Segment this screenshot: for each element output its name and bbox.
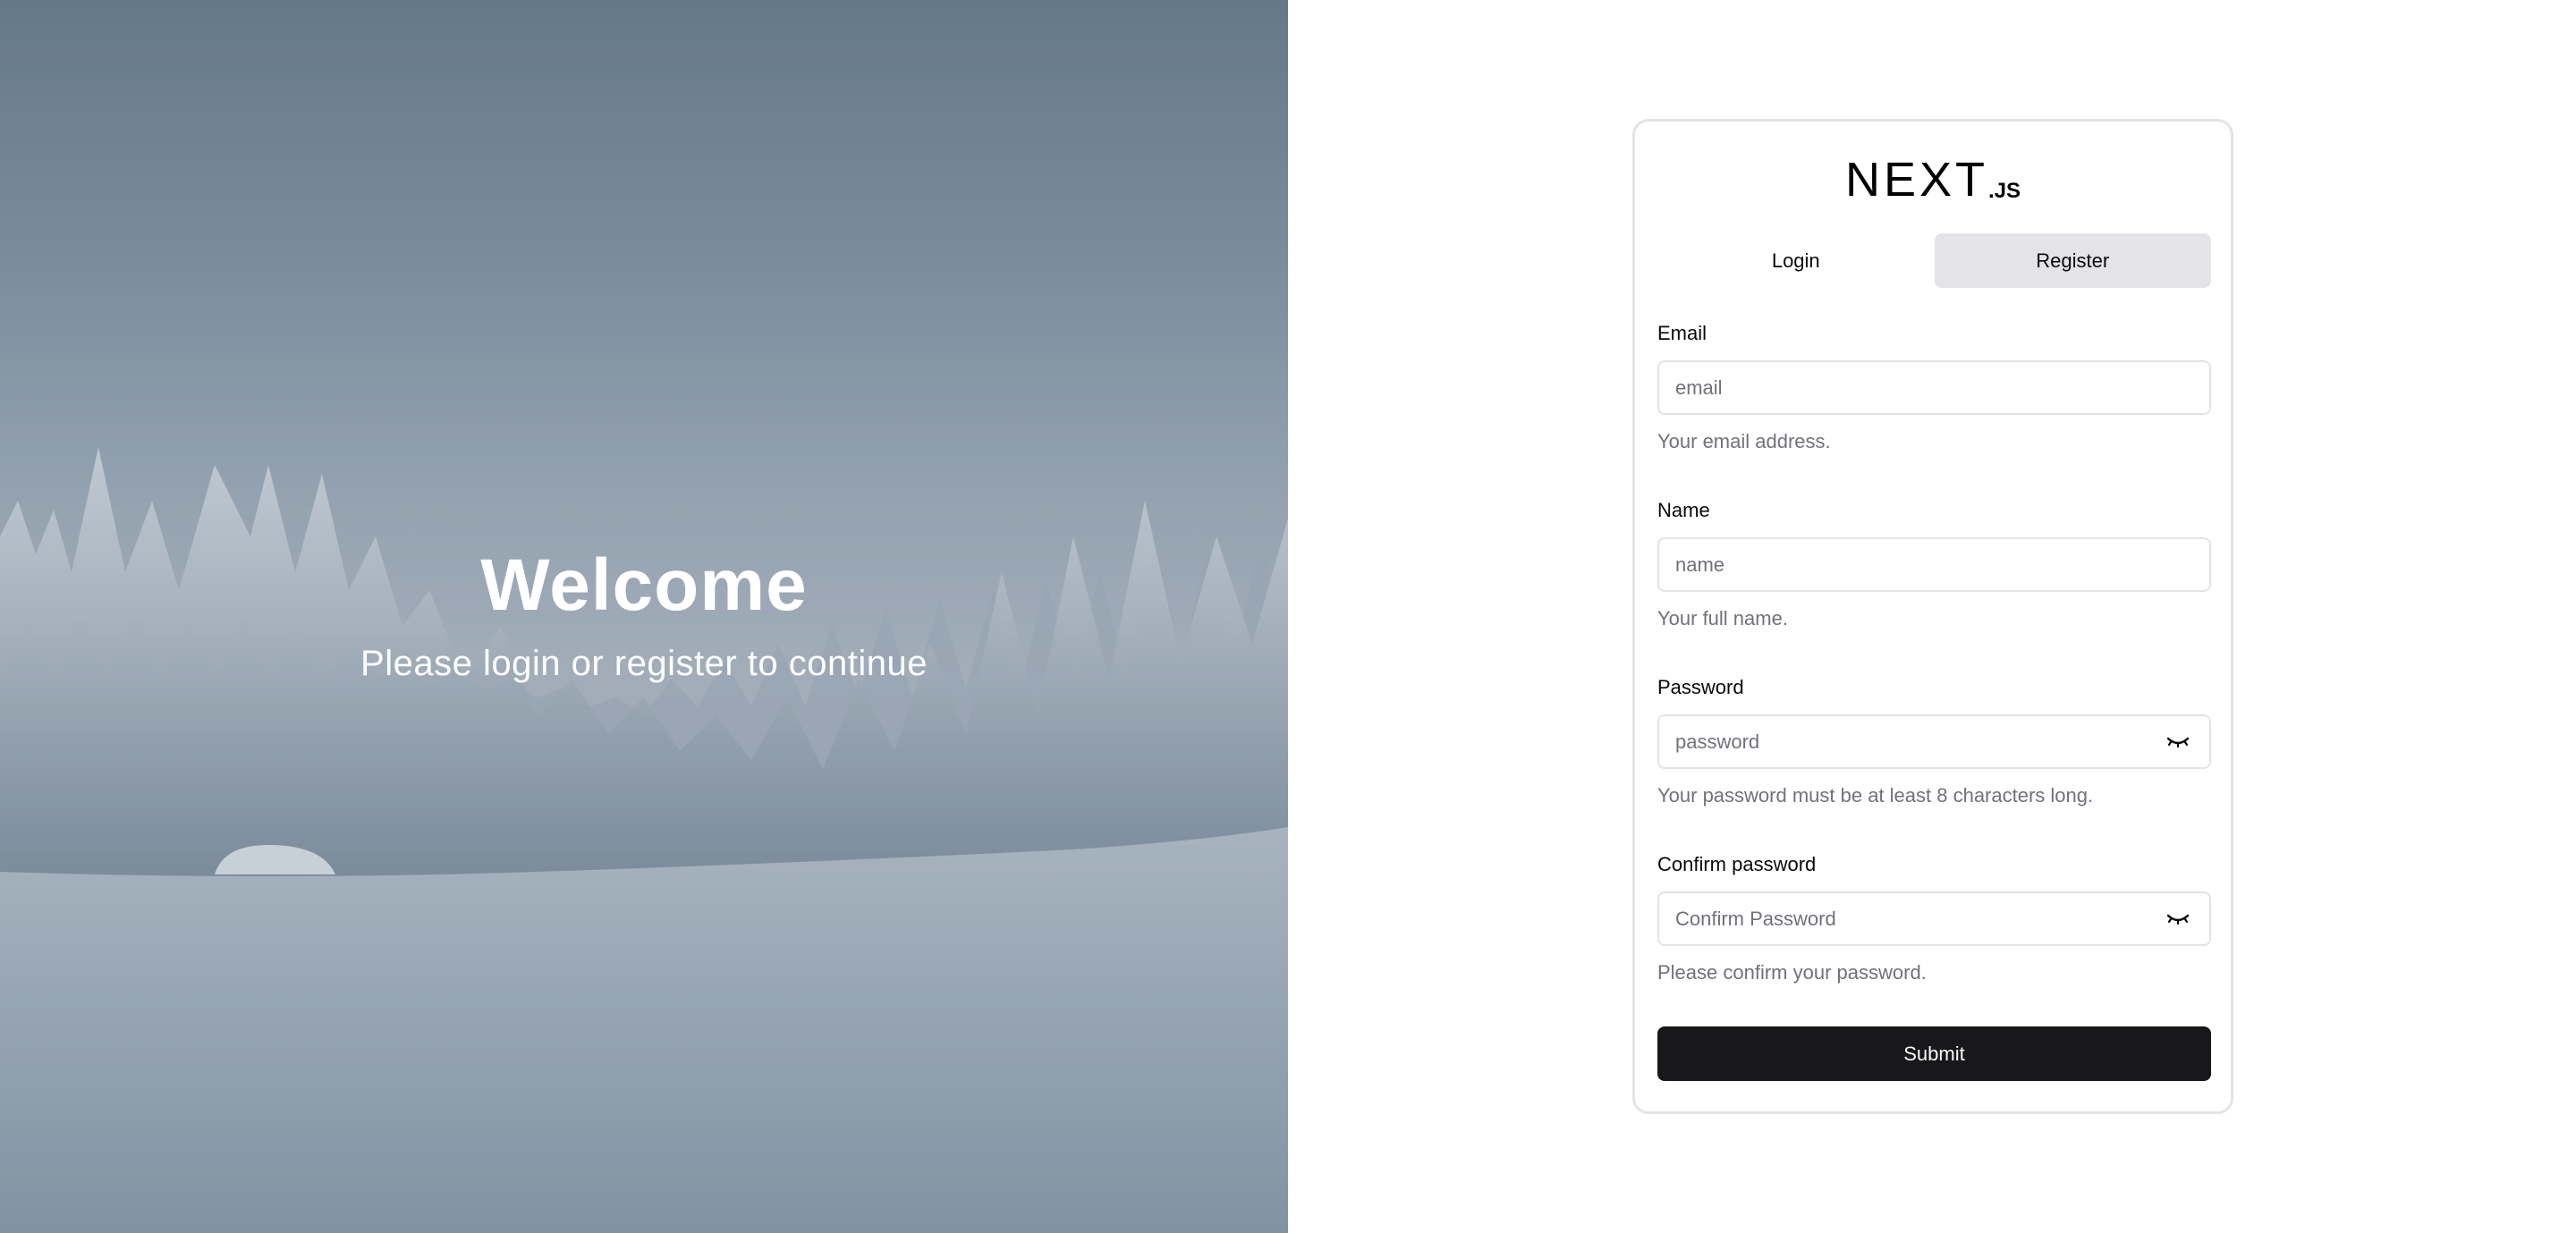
tab-register[interactable]: Register [1934, 233, 2211, 288]
password-input[interactable]: password [1657, 714, 2211, 769]
name-label: Name [1657, 499, 1710, 521]
email-input[interactable]: email [1657, 360, 2211, 415]
email-field-group: Email email Your email address. [1657, 321, 2211, 454]
eye-closed-icon[interactable] [2166, 911, 2190, 927]
register-page: Welcome Please login or register to cont… [0, 0, 2576, 1233]
form-panel: NEXT .JS Login Register Email email Your… [1288, 0, 2576, 1233]
logo-suffix: .JS [1988, 179, 2021, 203]
confirm-password-field-group: Confirm password Confirm Password Please… [1657, 852, 2211, 985]
eye-closed-icon[interactable] [2166, 734, 2190, 750]
name-input[interactable]: name [1657, 537, 2211, 592]
password-field-group: Password password Your password must be … [1657, 675, 2211, 808]
password-help: Your password must be at least 8 charact… [1657, 784, 2094, 807]
email-help: Your email address. [1657, 430, 1831, 452]
confirm-password-input[interactable]: Confirm Password [1657, 891, 2211, 946]
hero-text: Welcome Please login or register to cont… [0, 536, 1288, 688]
confirm-password-placeholder: Confirm Password [1675, 907, 1836, 930]
email-label: Email [1657, 322, 1707, 344]
password-label: Password [1657, 676, 1744, 698]
confirm-password-label: Confirm password [1657, 853, 1817, 875]
submit-button[interactable]: Submit [1657, 1026, 2211, 1081]
name-field-group: Name name Your full name. [1657, 498, 2211, 631]
nextjs-logo: NEXT .JS [1635, 150, 2231, 204]
auth-card: NEXT .JS Login Register Email email Your… [1632, 119, 2233, 1114]
name-help: Your full name. [1657, 607, 1788, 629]
auth-tabs: Login Register [1657, 233, 2211, 288]
hero-title: Welcome [480, 545, 808, 626]
hero-panel: Welcome Please login or register to cont… [0, 0, 1288, 1233]
hero-subtitle: Please login or register to continue [360, 644, 928, 683]
password-placeholder: password [1675, 730, 1760, 753]
tab-login[interactable]: Login [1657, 233, 1935, 288]
logo-text: NEXT [1844, 153, 1988, 207]
confirm-password-help: Please confirm your password. [1657, 961, 1927, 984]
